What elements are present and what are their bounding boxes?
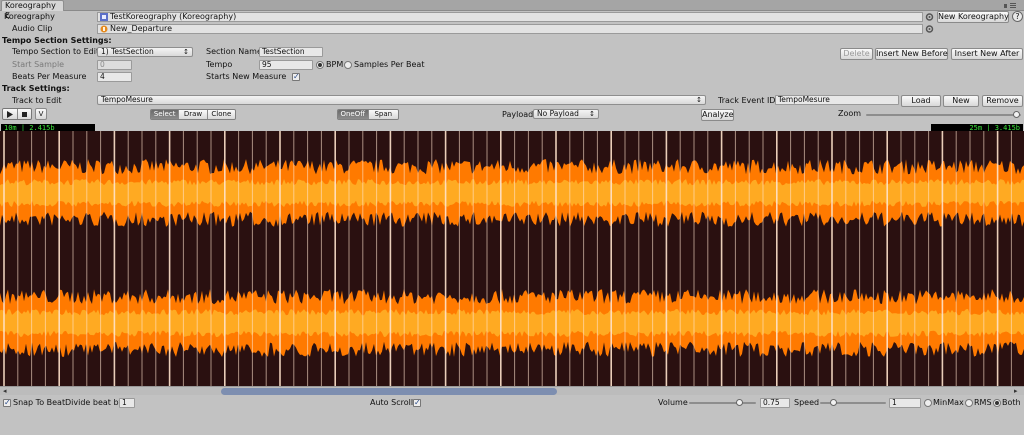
track-to-edit-label: Track to Edit [12,96,62,105]
remove-button[interactable]: Remove [982,95,1023,107]
koreography-field[interactable]: TestKoreography (Koreography) [97,12,923,22]
audio-clip-field[interactable]: New_Departure [97,24,923,34]
bpm-label: BPM [326,60,344,69]
volume-input[interactable]: 0.75 [760,398,790,408]
new-koreography-button[interactable]: New Koreography [937,11,1009,23]
auto-scroll-checkbox[interactable]: ✓ [413,399,421,407]
start-sample-input: 0 [97,60,132,70]
waveform-scrollbar[interactable]: ◂ ▸ [0,386,1024,395]
auto-scroll-label: Auto Scroll [370,398,414,407]
play-icon[interactable] [3,109,18,119]
load-button[interactable]: Load [901,95,941,107]
divide-beat-input[interactable]: 1 [119,398,135,408]
tab-bar: Koreography E [0,0,1024,20]
koreography-label: Koreography [4,12,55,21]
payload-dropdown[interactable]: No Payload [533,109,599,119]
both-radio[interactable] [993,399,1001,407]
samples-per-beat-label: Samples Per Beat [354,60,425,69]
audio-clip-label: Audio Clip [12,24,53,33]
zoom-slider-thumb[interactable] [1013,111,1020,118]
speed-label: Speed [794,398,820,407]
beats-per-measure-input[interactable]: 4 [97,72,132,82]
track-settings-header: Track Settings: [2,84,70,93]
transport-controls [2,108,32,120]
minmax-label: MinMax [933,398,964,407]
tempo-label: Tempo [206,60,233,69]
tempo-input[interactable]: 95 [259,60,313,70]
tempo-section-edit-label: Tempo Section to Edit [12,47,100,56]
waveform-canvas [0,131,1024,386]
tab-menu-icon[interactable] [1000,1,1020,10]
track-event-id-input[interactable]: TempoMesure [775,95,899,105]
payload-label: Payload [502,110,534,119]
koreography-asset-icon [100,13,108,21]
minmax-radio[interactable] [924,399,932,407]
volume-label: Volume [658,398,688,407]
v-button[interactable]: V [35,108,47,120]
starts-new-measure-label: Starts New Measure [206,72,287,81]
stop-icon[interactable] [17,109,31,119]
beats-per-measure-label: Beats Per Measure [12,72,87,81]
start-sample-label: Start Sample [12,60,65,69]
rms-radio[interactable] [965,399,973,407]
edit-mode-selector: Select Draw Clone [150,109,236,120]
oneoff-button[interactable]: OneOff [338,110,369,119]
volume-slider-track[interactable] [689,402,756,404]
speed-input[interactable]: 1 [889,398,921,408]
insert-new-after-button[interactable]: Insert New After [951,48,1023,60]
section-name-label: Section Name [206,47,262,56]
divide-beat-label: Divide beat by [65,398,124,407]
snap-to-beat-label: Snap To Beat [13,398,66,407]
help-icon[interactable]: ? [1012,11,1023,22]
delete-button[interactable]: Delete [840,48,873,60]
mode-draw-button[interactable]: Draw [179,110,208,119]
insert-new-before-button[interactable]: Insert New Before [875,48,948,60]
section-name-input[interactable]: TestSection [259,47,323,57]
window-tab[interactable]: Koreography E [1,0,64,20]
audio-clip-icon [100,25,108,33]
koreography-value: TestKoreography (Koreography) [110,12,237,21]
speed-slider-thumb[interactable] [830,399,837,406]
tempo-section-header: Tempo Section Settings: [2,36,112,45]
mode-clone-button[interactable]: Clone [207,110,235,119]
samples-per-beat-radio[interactable] [344,61,352,69]
audio-clip-gear-icon[interactable] [925,24,934,34]
tempo-section-dropdown[interactable]: 1) TestSection [97,47,193,57]
scrollbar-thumb[interactable] [221,388,557,395]
scroll-left-arrow-icon[interactable]: ◂ [3,387,7,395]
new-track-button[interactable]: New [943,95,979,107]
volume-slider-thumb[interactable] [735,399,743,406]
zoom-slider-track[interactable] [866,114,1021,116]
audio-clip-value: New_Departure [110,24,173,33]
mode-select-button[interactable]: Select [151,110,180,119]
snap-to-beat-checkbox[interactable]: ✓ [3,399,11,407]
koreography-gear-icon[interactable] [925,12,934,22]
event-type-selector: OneOff Span [337,109,399,120]
rms-label: RMS [974,398,992,407]
zoom-label: Zoom [838,109,862,118]
track-dropdown[interactable]: TempoMesure [97,95,706,105]
track-event-id-label: Track Event ID [718,96,776,105]
bpm-radio[interactable] [316,61,324,69]
analyze-button[interactable]: Analyze [701,109,734,121]
starts-new-measure-checkbox[interactable]: ✓ [292,73,300,81]
waveform-view[interactable] [0,131,1024,386]
scroll-right-arrow-icon[interactable]: ▸ [1014,387,1018,395]
both-label: Both [1002,398,1021,407]
span-button[interactable]: Span [368,110,398,119]
